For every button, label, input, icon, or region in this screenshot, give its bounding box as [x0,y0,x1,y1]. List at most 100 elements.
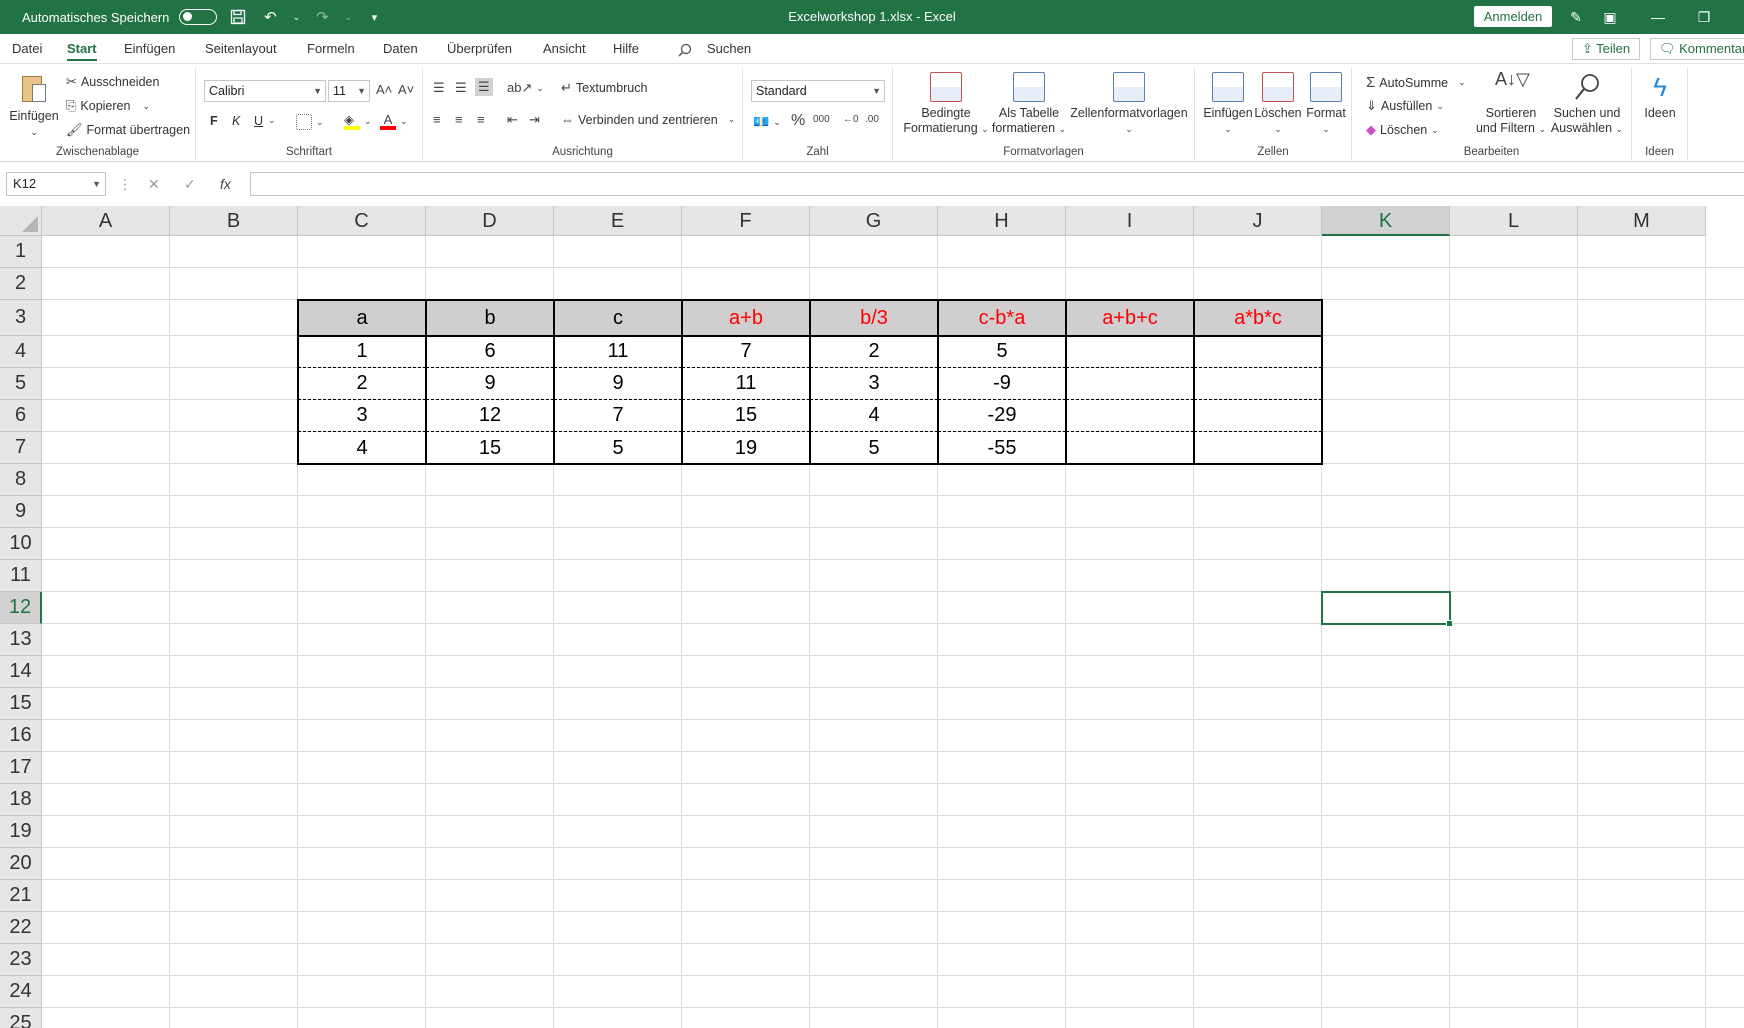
redo-icon[interactable]: ↷ [311,6,333,28]
table-cell[interactable]: 7 [682,336,810,368]
column-header-a[interactable]: A [42,206,170,236]
fill-button[interactable]: ⇓ Ausfüllen ⌄ [1366,98,1444,114]
table-cell[interactable]: -29 [938,400,1066,432]
column-header-j[interactable]: J [1194,206,1322,236]
row-header-23[interactable]: 23 [0,944,42,976]
table-cell[interactable]: 15 [682,400,810,432]
increase-font-icon[interactable]: A˄ [376,82,392,97]
column-header-c[interactable]: C [298,206,426,236]
select-all-corner[interactable] [0,206,42,236]
table-cell[interactable]: 12 [426,400,554,432]
font-size-select[interactable]: 11 ▼ [328,80,370,102]
row-header-6[interactable]: 6 [0,400,42,432]
search-icon[interactable] [678,34,692,64]
table-cell[interactable]: 3 [298,400,426,432]
tab-formeln[interactable]: Formeln [307,34,355,64]
restore-icon[interactable]: ❐ [1684,0,1724,34]
thousands-icon[interactable]: 000 [813,114,830,125]
column-header-d[interactable]: D [426,206,554,236]
tab-datei[interactable]: Datei [12,34,42,64]
table-cell[interactable]: -9 [938,368,1066,400]
fill-color-icon[interactable]: ◈ ⌄ [344,112,372,130]
row-header-12[interactable]: 12 [0,592,42,624]
column-header-f[interactable]: F [682,206,810,236]
row-header-3[interactable]: 3 [0,300,42,336]
cancel-icon[interactable]: ✕ [148,176,160,193]
number-format-select[interactable]: Standard ▼ [751,80,885,102]
currency-icon[interactable]: 💶 ⌄ [753,114,781,130]
decrease-font-icon[interactable]: A˅ [398,82,414,97]
undo-icon[interactable]: ↶ [259,6,281,28]
insert-cells-button[interactable]: Einfügen ⌄ [1203,72,1253,137]
table-cell[interactable] [1066,432,1194,464]
table-cell[interactable]: 3 [810,368,938,400]
paste-button[interactable]: Einfügen ⌄ [6,72,62,140]
increase-indent-icon[interactable]: ⇥ [529,112,540,128]
wrap-text-button[interactable]: ↵ Textumbruch [561,80,647,96]
column-header-b[interactable]: B [170,206,298,236]
align-bottom-icon[interactable]: ☰ [475,78,493,96]
table-cell[interactable]: 15 [426,432,554,464]
table-cell[interactable]: 5 [938,336,1066,368]
font-name-select[interactable]: Calibri ▼ [204,80,326,102]
align-right-icon[interactable]: ≡ [477,112,485,127]
row-header-15[interactable]: 15 [0,688,42,720]
tab-hilfe[interactable]: Hilfe [613,34,639,64]
save-icon[interactable] [227,6,249,28]
row-header-19[interactable]: 19 [0,816,42,848]
column-header-k[interactable]: K [1322,206,1450,236]
minimize-icon[interactable]: — [1638,0,1678,34]
row-header-25[interactable]: 25 [0,1008,42,1028]
align-top-icon[interactable]: ☰ [433,80,445,96]
name-box[interactable]: K12 ▼ [6,172,106,196]
row-header-2[interactable]: 2 [0,268,42,300]
formula-input[interactable] [250,172,1744,196]
table-cell[interactable] [1066,368,1194,400]
tab-seitenlayout[interactable]: Seitenlayout [205,34,277,64]
enter-icon[interactable]: ✓ [184,176,196,193]
format-painter-button[interactable]: 🖌 Format übertragen [66,122,190,138]
tab-einfuegen[interactable]: Einfügen [124,34,175,64]
table-cell[interactable] [1066,400,1194,432]
table-header-cell[interactable]: a+b+c [1066,300,1194,336]
clear-button[interactable]: ◆ Löschen ⌄ [1366,122,1439,138]
ribbon-display-icon[interactable]: ▣ [1590,0,1630,34]
format-cells-button[interactable]: Format ⌄ [1303,72,1349,137]
find-select-button[interactable]: Suchen und Auswählen ⌄ [1548,72,1626,137]
row-header-20[interactable]: 20 [0,848,42,880]
borders-icon[interactable]: ⌄ [296,114,324,130]
delete-cells-button[interactable]: Löschen ⌄ [1253,72,1303,137]
table-cell[interactable]: 1 [298,336,426,368]
conditional-formatting-button[interactable]: Bedingte Formatierung ⌄ [903,72,989,137]
table-cell[interactable]: 4 [298,432,426,464]
chevron-down-icon[interactable]: ⌄ [291,6,301,28]
column-header-i[interactable]: I [1066,206,1194,236]
row-header-7[interactable]: 7 [0,432,42,464]
table-header-cell[interactable]: c [554,300,682,336]
table-header-cell[interactable]: a*b*c [1194,300,1322,336]
table-cell[interactable]: 2 [298,368,426,400]
chevron-down-icon[interactable]: ⌄ [343,6,353,28]
row-header-4[interactable]: 4 [0,336,42,368]
table-cell[interactable]: 11 [682,368,810,400]
chevron-down-icon[interactable]: ⌄ [268,115,276,126]
font-color-icon[interactable]: A ⌄ [380,112,408,130]
orientation-icon[interactable]: ab↗ ⌄ [507,80,544,96]
table-cell[interactable]: -55 [938,432,1066,464]
column-header-g[interactable]: G [810,206,938,236]
row-header-14[interactable]: 14 [0,656,42,688]
autosum-button[interactable]: Σ AutoSumme ⌄ [1366,74,1466,91]
customize-toolbar-icon[interactable]: ▾ [363,6,385,28]
table-cell[interactable]: 6 [426,336,554,368]
worksheet-grid[interactable]: ABCDEFGHIJKLM 1 2 3 4 5 6 7 8 9 10 11 12 13 14 15 16 17 1… [0,206,1744,1028]
row-header-13[interactable]: 13 [0,624,42,656]
table-cell[interactable] [1194,336,1322,368]
row-header-10[interactable]: 10 [0,528,42,560]
table-cell[interactable]: 2 [810,336,938,368]
sort-filter-button[interactable]: A↓▽ Sortieren und Filtern ⌄ [1474,70,1548,137]
increase-decimal-icon[interactable]: ←0 [843,114,859,125]
underline-button[interactable]: U [254,114,263,128]
align-middle-icon[interactable]: ☰ [455,80,467,96]
format-as-table-button[interactable]: Als Tabelle formatieren ⌄ [989,72,1069,137]
percent-icon[interactable]: % [791,112,805,130]
